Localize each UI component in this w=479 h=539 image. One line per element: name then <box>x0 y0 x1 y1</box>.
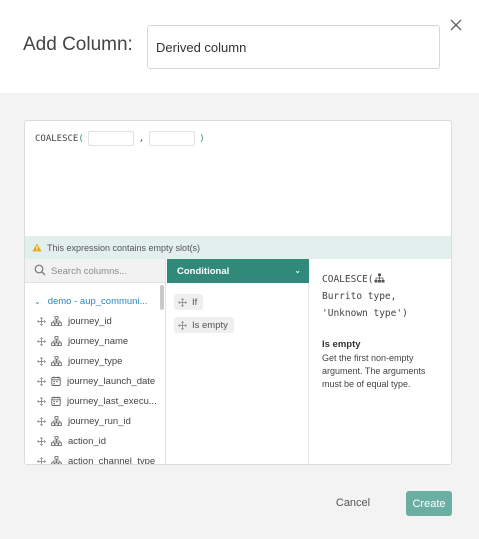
hierarchy-icon <box>374 273 385 283</box>
function-label: If <box>192 296 198 308</box>
drag-handle-icon <box>37 376 46 386</box>
columns-panel: ⌄ demo - aup_communi... journey_idjourne… <box>25 259 166 465</box>
doc-description: Get the first non-empty argument. The ar… <box>322 353 426 389</box>
drag-handle-icon <box>37 396 46 406</box>
expression-line: COALESCE ( , ) <box>35 131 205 146</box>
field-label: journey_type <box>68 355 123 367</box>
field-item[interactable]: journey_id <box>25 313 159 329</box>
field-item[interactable]: journey_name <box>25 333 159 349</box>
warning-text: This expression contains empty slot(s) <box>47 242 201 253</box>
drag-handle-icon <box>37 356 46 366</box>
warning-triangle-icon <box>32 243 42 252</box>
drag-handle-icon <box>37 316 46 326</box>
hierarchy-icon <box>51 436 62 446</box>
expression-editor: COALESCE ( , ) This expression contains … <box>24 120 452 465</box>
category-label: Conditional <box>177 265 230 277</box>
field-label: journey_name <box>68 335 129 347</box>
warning-bar: This expression contains empty slot(s) <box>25 236 451 259</box>
field-item[interactable]: journey_launch_date <box>25 373 159 389</box>
category-select[interactable]: Conditional ⌄ <box>167 259 309 283</box>
empty-slot-2[interactable] <box>149 131 196 146</box>
hierarchy-icon <box>51 456 62 464</box>
calendar-icon <box>51 376 61 386</box>
field-label: action_channel_type <box>68 455 156 465</box>
group-label: demo - aup_communi... <box>47 295 148 307</box>
example-arg-1: Burrito type, <box>322 291 397 302</box>
drag-handle-icon <box>178 320 187 330</box>
function-name: COALESCE <box>35 133 79 144</box>
search-icon <box>34 264 46 276</box>
chevron-down-icon: ⌄ <box>34 296 41 306</box>
close-icon[interactable] <box>448 17 464 33</box>
create-button[interactable]: Create <box>406 491 452 516</box>
field-item[interactable]: journey_type <box>25 353 159 369</box>
example-function: COALESCE( <box>322 274 374 285</box>
function-if[interactable]: If <box>174 294 204 310</box>
column-group[interactable]: ⌄ demo - aup_communi... <box>25 293 159 309</box>
hierarchy-icon <box>51 356 62 366</box>
docs-panel: COALESCE( Burrito type, 'Unknown type') … <box>310 259 451 464</box>
drag-handle-icon <box>37 336 46 346</box>
drag-handle-icon <box>37 416 46 426</box>
drag-handle-icon <box>37 456 46 464</box>
hierarchy-icon <box>51 316 62 326</box>
argument-separator: , <box>138 133 145 144</box>
scrollbar[interactable] <box>160 285 164 310</box>
example-code: COALESCE( Burrito type, 'Unknown type') <box>322 271 447 322</box>
calendar-icon <box>51 396 61 406</box>
column-search <box>25 259 165 283</box>
function-is-empty[interactable]: Is empty <box>174 317 234 333</box>
hierarchy-icon <box>51 416 62 426</box>
field-label: action_id <box>68 435 107 447</box>
empty-slot-1[interactable] <box>87 131 134 146</box>
cancel-button[interactable]: Cancel <box>330 492 376 514</box>
example-arg-2: 'Unknown type') <box>322 308 408 319</box>
open-paren: ( <box>78 133 84 144</box>
function-label: Is empty <box>192 319 228 331</box>
field-item[interactable]: journey_last_execu... <box>25 393 159 409</box>
field-item[interactable]: journey_run_id <box>25 413 159 429</box>
field-item[interactable]: action_id <box>25 433 159 449</box>
search-columns-input[interactable] <box>51 263 161 279</box>
column-name-input[interactable] <box>147 25 440 69</box>
dialog-title: Add Column: <box>23 34 133 55</box>
field-label: journey_launch_date <box>67 375 156 387</box>
field-item[interactable]: action_channel_type <box>25 453 159 465</box>
field-label: journey_last_execu... <box>67 395 157 407</box>
drag-handle-icon <box>178 297 187 307</box>
hierarchy-icon <box>51 336 62 346</box>
functions-panel: Conditional ⌄ If Is empty <box>167 259 309 464</box>
field-label: journey_id <box>68 315 112 327</box>
chevron-down-icon: ⌄ <box>294 266 301 275</box>
doc-title: Is empty <box>322 339 361 350</box>
field-label: journey_run_id <box>68 415 131 427</box>
dialog-header: Add Column: <box>0 0 479 93</box>
expression-area[interactable]: COALESCE ( , ) <box>25 121 451 236</box>
drag-handle-icon <box>37 436 46 446</box>
close-paren: ) <box>199 133 205 144</box>
